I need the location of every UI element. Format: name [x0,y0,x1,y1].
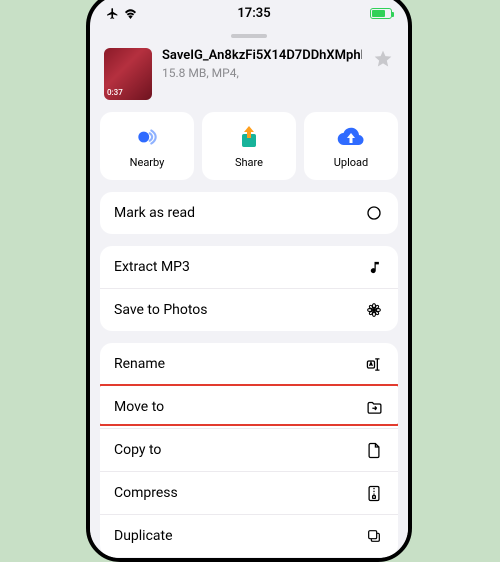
nearby-icon [134,124,160,150]
action-sheet: 0:37 SaveIG_An8kzFi5X14D7DDhXMphRfwQ_Dte… [90,26,408,558]
music-note-icon [364,257,384,277]
status-right [370,8,392,19]
upload-icon [336,124,366,150]
wifi-icon [123,8,138,19]
menu-group-1: Mark as read [100,192,398,234]
status-left [106,7,138,20]
menu-group-2: Extract MP3 Save to Photos [100,246,398,331]
duplicate-item[interactable]: Duplicate [100,514,398,557]
save-to-photos-item[interactable]: Save to Photos [100,288,398,331]
copy-to-item[interactable]: Copy to [100,428,398,471]
file-header: 0:37 SaveIG_An8kzFi5X14D7DDhXMphRfwQ_Dte… [100,48,398,112]
file-subtitle: 15.8 MB, MP4, [162,66,362,80]
battery-icon [370,8,392,19]
upload-label: Upload [334,156,368,169]
sheet-grabber[interactable] [231,34,267,38]
duplicate-label: Duplicate [114,528,173,544]
compress-item[interactable]: Compress [100,471,398,514]
save-to-photos-label: Save to Photos [114,302,208,318]
nearby-label: Nearby [130,156,165,169]
file-name: SaveIG_An8kzFi5X14D7DDhXMphRfwQ_DteM6vka… [162,48,362,64]
airplane-icon [106,7,119,20]
duplicate-icon [364,526,384,546]
extract-mp3-label: Extract MP3 [114,259,190,275]
mark-as-read-label: Mark as read [114,205,195,221]
document-icon [364,440,384,460]
copy-to-label: Copy to [114,442,161,458]
star-icon [373,49,393,69]
status-time: 17:35 [237,6,270,21]
move-to-item[interactable]: Move to [100,385,398,428]
favorite-button[interactable] [372,48,394,70]
primary-actions: Nearby Share Upload [100,112,398,180]
photos-flower-icon [364,300,384,320]
nearby-button[interactable]: Nearby [100,112,194,180]
move-to-label: Move to [114,399,164,415]
share-button[interactable]: Share [202,112,296,180]
circle-outline-icon [364,203,384,223]
compress-label: Compress [114,485,178,501]
folder-arrow-icon [364,397,384,417]
phone-frame: 17:35 0:37 SaveIG_An8kzFi5X14D7DDhXMphRf… [86,0,412,562]
video-thumbnail[interactable]: 0:37 [104,48,152,100]
status-bar: 17:35 [90,0,408,26]
rename-label: Rename [114,356,165,372]
extract-mp3-item[interactable]: Extract MP3 [100,246,398,288]
upload-button[interactable]: Upload [304,112,398,180]
rename-item[interactable]: Rename [100,343,398,385]
menu-group-3: Rename Move to Copy to Compress [100,343,398,557]
rename-icon [364,354,384,374]
zip-icon [364,483,384,503]
share-label: Share [235,156,263,169]
mark-as-read-item[interactable]: Mark as read [100,192,398,234]
video-duration: 0:37 [107,88,123,97]
share-icon [237,124,261,150]
file-meta: SaveIG_An8kzFi5X14D7DDhXMphRfwQ_DteM6vka… [162,48,362,80]
